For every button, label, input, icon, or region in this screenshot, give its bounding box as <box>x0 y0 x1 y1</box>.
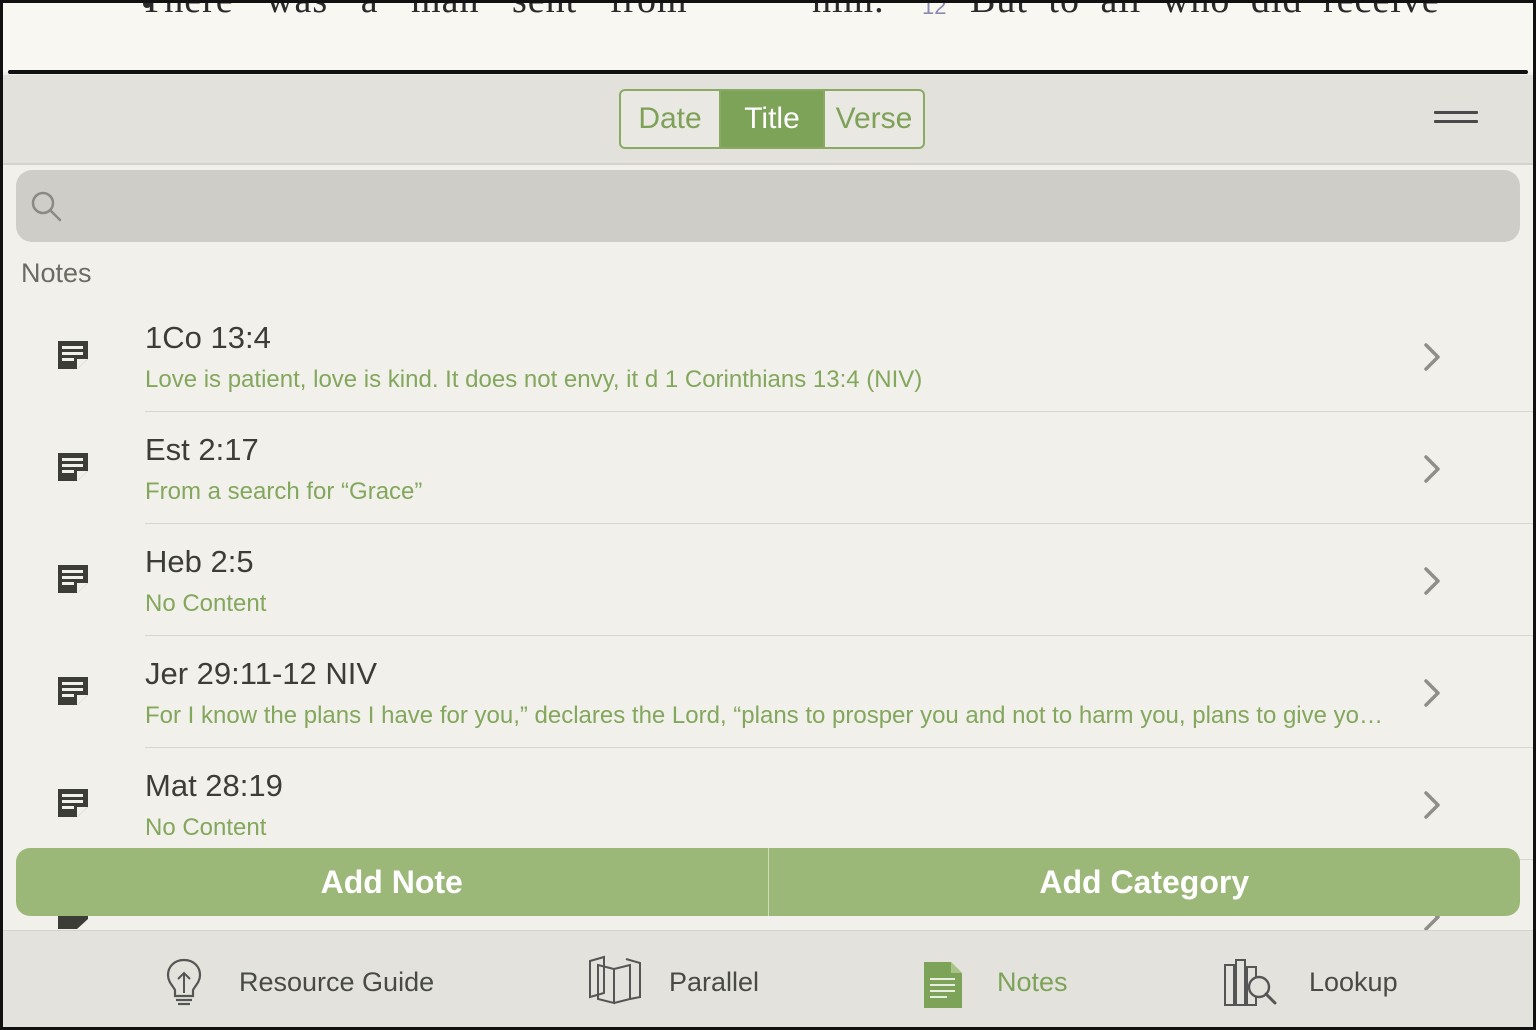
notes-document-icon <box>924 962 962 1008</box>
list-item[interactable]: Heb 2:5 No Content <box>3 524 1533 636</box>
tab-label: Resource Guide <box>239 967 435 997</box>
chevron-right-icon <box>1424 567 1440 595</box>
notes-list[interactable]: 1Co 13:4 Love is patient, love is kind. … <box>3 300 1533 930</box>
note-preview: From a search for “Grace” <box>145 478 423 505</box>
search-bar <box>16 170 1520 242</box>
sort-title-segment[interactable]: Title <box>721 91 823 147</box>
list-item[interactable]: 1Co 13:4 Love is patient, love is kind. … <box>3 300 1533 412</box>
note-icon <box>58 453 88 481</box>
search-icon <box>31 191 62 222</box>
note-title: Est 2:17 <box>145 432 259 467</box>
list-item[interactable]: Jer 29:11-12 NIV For I know the plans I … <box>3 636 1533 748</box>
tab-label: Parallel <box>669 967 760 997</box>
panel-drag-divider[interactable] <box>8 70 1528 74</box>
tab-label: Notes <box>997 967 1068 997</box>
bible-text-left: There was a man sent from <box>140 0 688 21</box>
bible-text-right-b: But to all who did receive <box>970 0 1440 21</box>
note-title: Heb 2:5 <box>145 544 254 579</box>
bottom-tab-bar: Resource Guide Parallel Notes Lookup <box>3 930 1533 1028</box>
sort-verse-segment[interactable]: Verse <box>823 91 923 147</box>
sort-segmented-control: Date Title Verse <box>619 89 925 149</box>
tab-notes[interactable]: Notes <box>921 931 1081 1028</box>
note-preview: No Content <box>145 590 267 617</box>
books-magnifier-icon <box>1224 959 1277 1006</box>
note-icon <box>58 565 88 593</box>
note-icon <box>58 789 88 817</box>
hamburger-menu-icon[interactable] <box>1434 111 1478 127</box>
notes-header: Date Title Verse <box>3 75 1533 165</box>
note-icon <box>58 677 88 705</box>
note-preview: Love is patient, love is kind. It does n… <box>145 366 923 393</box>
add-category-button[interactable]: Add Category <box>769 848 1521 916</box>
chevron-right-icon <box>1424 791 1440 819</box>
sort-date-segment[interactable]: Date <box>621 91 721 147</box>
tab-lookup[interactable]: Lookup <box>1221 931 1421 1028</box>
add-note-button[interactable]: Add Note <box>16 848 769 916</box>
tab-resource-guide[interactable]: Resource Guide <box>161 931 451 1028</box>
note-title: Jer 29:11-12 NIV <box>145 656 378 691</box>
list-item[interactable]: Mat 28:19 No Content <box>3 748 1533 860</box>
chevron-right-icon <box>1424 455 1440 483</box>
bible-text-strip: There was a man sent from him. 12 But to… <box>0 0 1536 72</box>
notes-section-header: Notes <box>21 258 92 288</box>
chevron-right-icon <box>1424 679 1440 707</box>
open-book-icon <box>589 955 641 1005</box>
tab-label: Lookup <box>1309 967 1398 997</box>
lightbulb-icon <box>166 958 202 1006</box>
tab-parallel[interactable]: Parallel <box>586 931 786 1028</box>
note-title: Mat 28:19 <box>145 768 283 803</box>
note-title: 1Co 13:4 <box>145 320 271 355</box>
note-preview: For I know the plans I have for you,” de… <box>145 702 1384 729</box>
verse-number[interactable]: 12 <box>922 0 946 20</box>
bible-text-right-a: him. <box>812 0 885 21</box>
note-preview: No Content <box>145 814 267 841</box>
search-input[interactable] <box>86 180 1490 234</box>
note-icon <box>58 341 88 369</box>
chevron-right-icon <box>1424 343 1440 371</box>
list-item[interactable]: Est 2:17 From a search for “Grace” <box>3 412 1533 524</box>
notes-action-bar: Add Note Add Category <box>16 848 1520 916</box>
